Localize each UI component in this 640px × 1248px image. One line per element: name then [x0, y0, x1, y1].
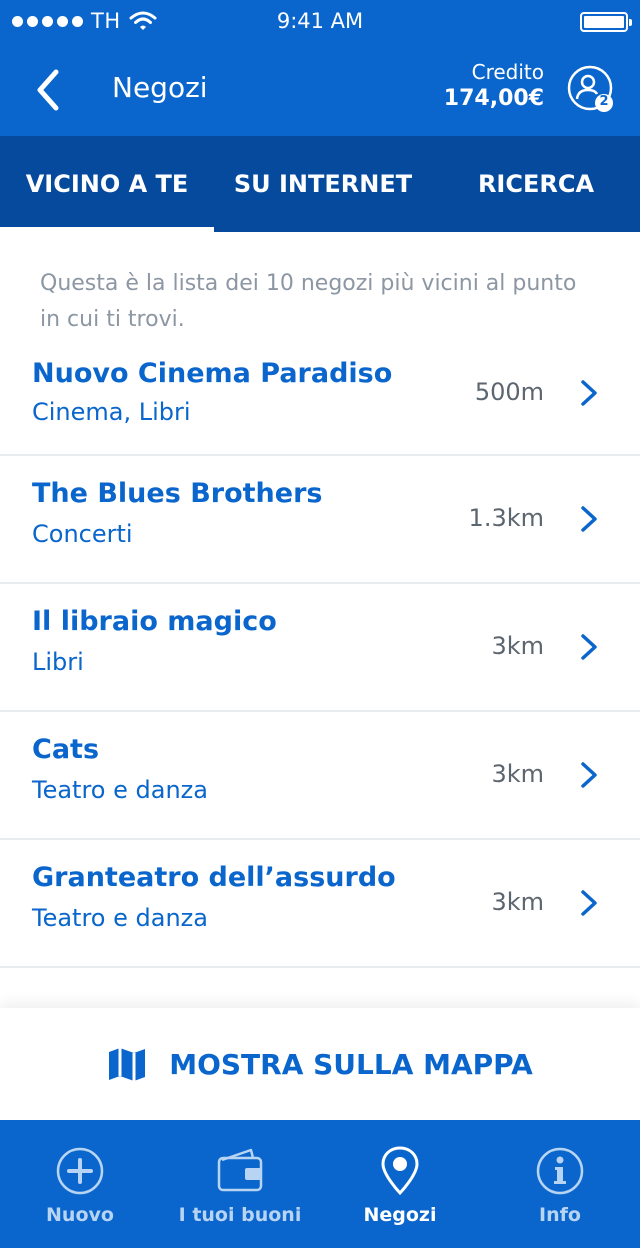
- tabbar-label: Nuovo: [46, 1204, 114, 1226]
- list-item[interactable]: Cats Teatro e danza 3km: [0, 712, 640, 840]
- list-item[interactable]: Granteatro dell’assurdo Teatro e danza 3…: [0, 840, 640, 968]
- list-item[interactable]: Il libraio magico Libri 3km: [0, 584, 640, 712]
- tab-su-internet[interactable]: SU INTERNET: [214, 136, 432, 232]
- back-button[interactable]: [30, 68, 70, 112]
- shop-list: Nuovo Cinema Paradiso Cinema, Libri 500m…: [0, 338, 640, 968]
- shop-distance: 3km: [491, 888, 544, 916]
- shop-name: Cats: [32, 734, 100, 765]
- tabbar-item-i-tuoi-buoni[interactable]: I tuoi buoni: [160, 1120, 320, 1248]
- credit-label: Credito: [471, 60, 544, 84]
- shop-name: The Blues Brothers: [32, 478, 323, 509]
- plus-circle-icon: [56, 1147, 104, 1195]
- page-title: Negozi: [112, 71, 208, 104]
- bottom-tab-bar: Nuovo I tuoi buoni Negozi Info: [0, 1120, 640, 1248]
- intro-text: Questa è la lista dei 10 negozi più vici…: [40, 271, 577, 332]
- location-pin-icon: [381, 1146, 419, 1196]
- chevron-right-icon: [581, 506, 597, 532]
- shop-distance: 3km: [491, 760, 544, 788]
- tab-vicino-a-te[interactable]: VICINO A TE: [0, 136, 214, 232]
- shop-category: Libri: [32, 648, 84, 676]
- show-on-map-button[interactable]: MOSTRA SULLA MAPPA: [0, 1008, 640, 1120]
- shop-category: Teatro e danza: [32, 776, 208, 804]
- tabbar-label: I tuoi buoni: [178, 1204, 302, 1226]
- tabbar-label: Info: [539, 1204, 581, 1226]
- status-bar: TH 9:41 AM: [0, 0, 640, 44]
- map-icon: [109, 1048, 146, 1081]
- battery-icon: [580, 12, 632, 32]
- segment-tabs: VICINO A TE SU INTERNET RICERCA: [0, 136, 640, 232]
- credit-value: 174,00€: [443, 86, 544, 111]
- tab-ricerca[interactable]: RICERCA: [432, 136, 640, 232]
- shop-distance: 3km: [491, 632, 544, 660]
- info-icon: [536, 1147, 584, 1195]
- shop-category: Cinema, Libri: [32, 398, 191, 426]
- shop-distance: 500m: [474, 378, 544, 406]
- status-time: 9:41 AM: [276, 9, 364, 33]
- show-on-map-label: MOSTRA SULLA MAPPA: [169, 1047, 533, 1081]
- profile-button[interactable]: 2: [566, 64, 618, 116]
- tabbar-item-nuovo[interactable]: Nuovo: [0, 1120, 160, 1248]
- shop-category: Teatro e danza: [32, 904, 208, 932]
- profile-badge-count: 2: [599, 94, 609, 109]
- shop-category: Concerti: [32, 520, 133, 548]
- list-item[interactable]: The Blues Brothers Concerti 1.3km: [0, 456, 640, 584]
- tabbar-item-info[interactable]: Info: [480, 1120, 640, 1248]
- credit-display: Credito 174,00€: [444, 60, 544, 114]
- chevron-right-icon: [581, 380, 597, 406]
- wallet-icon: [217, 1148, 263, 1192]
- shop-name: Il libraio magico: [32, 606, 277, 637]
- tabbar-item-negozi[interactable]: Negozi: [320, 1120, 480, 1248]
- nav-bar: Negozi Credito 174,00€ 2: [0, 44, 640, 136]
- tabbar-label: Negozi: [363, 1204, 437, 1226]
- chevron-left-icon: [37, 69, 59, 111]
- chevron-right-icon: [581, 890, 597, 916]
- chevron-right-icon: [581, 762, 597, 788]
- shop-name: Nuovo Cinema Paradiso: [32, 358, 393, 389]
- chevron-right-icon: [581, 634, 597, 660]
- list-item[interactable]: Nuovo Cinema Paradiso Cinema, Libri 500m: [0, 338, 640, 456]
- shop-name: Granteatro dell’assurdo: [32, 862, 396, 893]
- shop-distance: 1.3km: [468, 504, 544, 532]
